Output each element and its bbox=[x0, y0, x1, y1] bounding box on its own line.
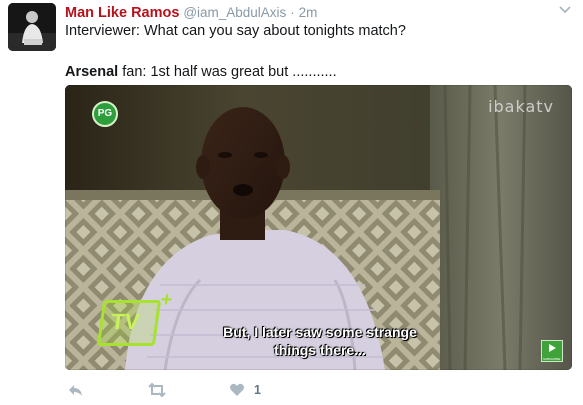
tweet-actions: 1 bbox=[65, 382, 365, 400]
channel-logo-text: TV bbox=[109, 309, 142, 334]
like-count[interactable]: 1 bbox=[254, 383, 261, 397]
channel-watermark: ibakatv bbox=[488, 97, 554, 116]
timestamp[interactable]: 2m bbox=[299, 5, 318, 20]
tweet-header: Man Like Ramos @iam_AbdulAxis · 2m bbox=[65, 3, 317, 22]
avatar[interactable] bbox=[8, 3, 56, 51]
team-name: Arsenal bbox=[65, 64, 119, 80]
video-thumbnail[interactable]: PG ibakatv TV + But, I later saw some st… bbox=[65, 85, 572, 370]
retweet-icon[interactable] bbox=[147, 382, 167, 400]
display-name[interactable]: Man Like Ramos bbox=[65, 5, 179, 21]
separator: · bbox=[290, 5, 295, 20]
heart-icon[interactable] bbox=[229, 382, 245, 400]
tweet-text-line-2: Arsenal fan: 1st half was great but ....… bbox=[65, 63, 337, 81]
reply-icon[interactable] bbox=[67, 382, 83, 400]
subscribe-button[interactable]: SUBSCRIBE bbox=[541, 340, 563, 362]
subtitle-line-1: But, I later saw some strange bbox=[223, 324, 417, 340]
rating-badge: PG bbox=[92, 101, 118, 127]
video-subtitle: But, I later saw some strange things the… bbox=[215, 323, 425, 359]
tweet-text-line-1: Interviewer: What can you say about toni… bbox=[65, 23, 406, 39]
avatar-image bbox=[8, 3, 56, 51]
tweet-text-rest: fan: 1st half was great but ........... bbox=[118, 64, 337, 80]
channel-logo-icon: TV + bbox=[96, 289, 174, 346]
caret-down-icon[interactable] bbox=[559, 2, 571, 17]
subtitle-line-2: things there... bbox=[274, 342, 366, 358]
tweet[interactable]: Man Like Ramos @iam_AbdulAxis · 2m Inter… bbox=[0, 0, 583, 405]
user-handle[interactable]: @iam_AbdulAxis bbox=[183, 5, 286, 20]
subscribe-label: SUBSCRIBE bbox=[543, 357, 561, 361]
play-icon bbox=[549, 344, 556, 352]
